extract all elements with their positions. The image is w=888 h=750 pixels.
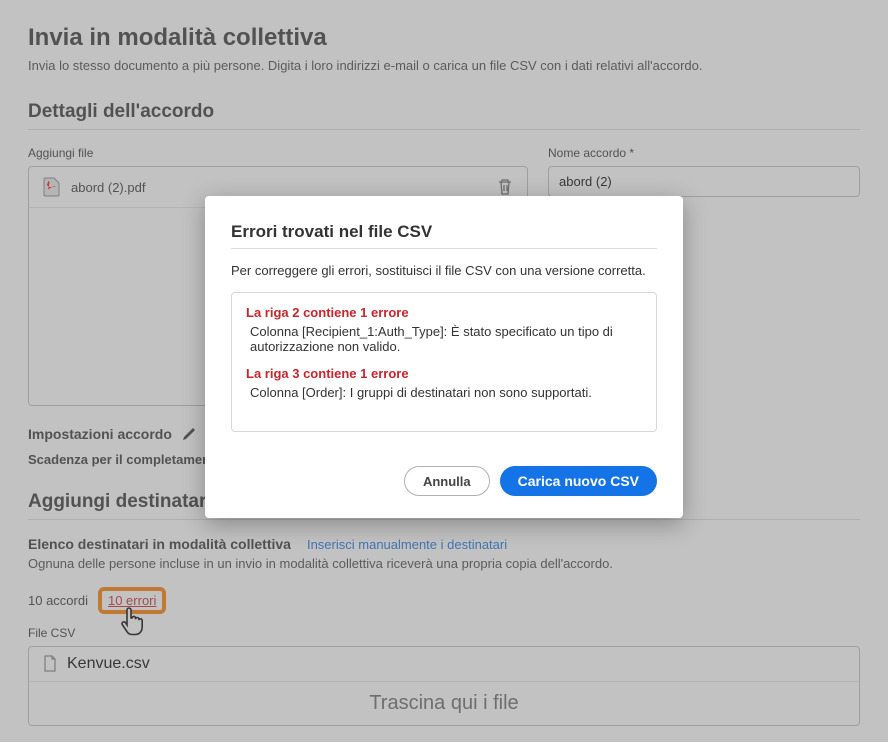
file-name: abord (2).pdf (71, 180, 497, 195)
csv-box: Kenvue.csv Trascina qui i file (28, 646, 860, 726)
trash-icon[interactable] (497, 178, 513, 196)
dialog-divider (231, 248, 657, 249)
manual-entry-link[interactable]: Inserisci manualmente i destinatari (307, 537, 507, 552)
error-heading: La riga 3 contiene 1 errore (246, 366, 642, 381)
csv-label: File CSV (28, 626, 860, 640)
agreements-count: 10 accordi (28, 593, 88, 608)
recipients-subtitle: Ognuna delle persone incluse in un invio… (28, 556, 860, 571)
dialog-title: Errori trovati nel file CSV (231, 222, 657, 242)
csv-filename: Kenvue.csv (67, 655, 150, 673)
settings-title: Impostazioni accordo (28, 426, 172, 442)
csv-dropzone[interactable]: Trascina qui i file (29, 682, 859, 725)
deadline-label: Scadenza per il completamento (28, 452, 222, 467)
add-file-label: Aggiungi file (28, 146, 528, 160)
error-dialog: Errori trovati nel file CSV Per corregge… (205, 196, 683, 518)
error-heading: La riga 2 contiene 1 errore (246, 305, 642, 320)
pencil-icon[interactable] (182, 427, 196, 441)
upload-csv-button[interactable]: Carica nuovo CSV (500, 466, 657, 496)
error-list[interactable]: La riga 2 contiene 1 errore Colonna [Rec… (231, 292, 657, 432)
pdf-icon (43, 177, 61, 197)
error-body: Colonna [Order]: I gruppi di destinatari… (246, 385, 642, 400)
agreement-name-input[interactable] (548, 166, 860, 197)
csv-item: Kenvue.csv (29, 647, 859, 682)
dialog-subtitle: Per correggere gli errori, sostituisci i… (231, 263, 657, 278)
agreement-name-label: Nome accordo * (548, 146, 860, 160)
error-body: Colonna [Recipient_1:Auth_Type]: È stato… (246, 324, 642, 354)
cursor-hand-icon (118, 605, 146, 637)
error-highlight: 10 errori (98, 587, 166, 614)
page-subtitle: Invia lo stesso documento a più persone.… (28, 58, 860, 73)
details-section-title: Dettagli dell'accordo (28, 101, 860, 130)
cancel-button[interactable]: Annulla (404, 466, 490, 496)
document-icon (43, 655, 57, 673)
recipients-list-title: Elenco destinatari in modalità collettiv… (28, 536, 291, 552)
page-title: Invia in modalità collettiva (28, 24, 860, 52)
